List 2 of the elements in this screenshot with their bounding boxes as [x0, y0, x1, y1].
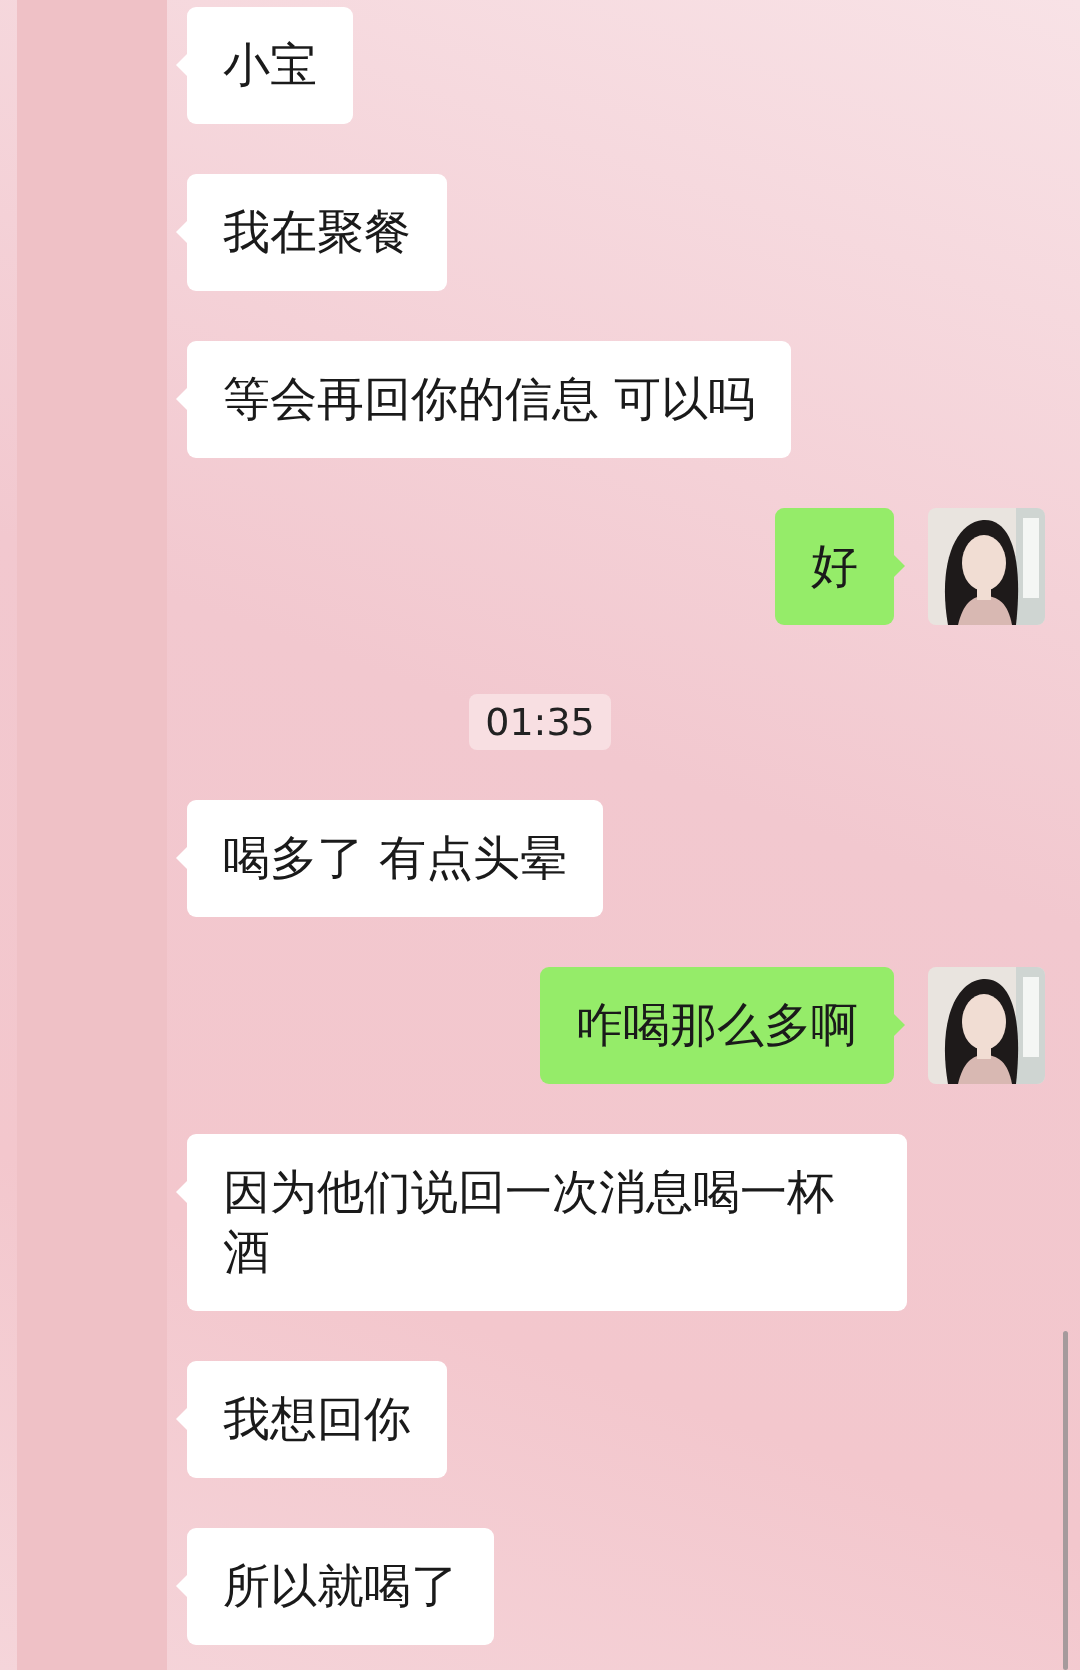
timestamp: 01:35: [469, 694, 611, 750]
scrollbar[interactable]: [1063, 1331, 1068, 1670]
